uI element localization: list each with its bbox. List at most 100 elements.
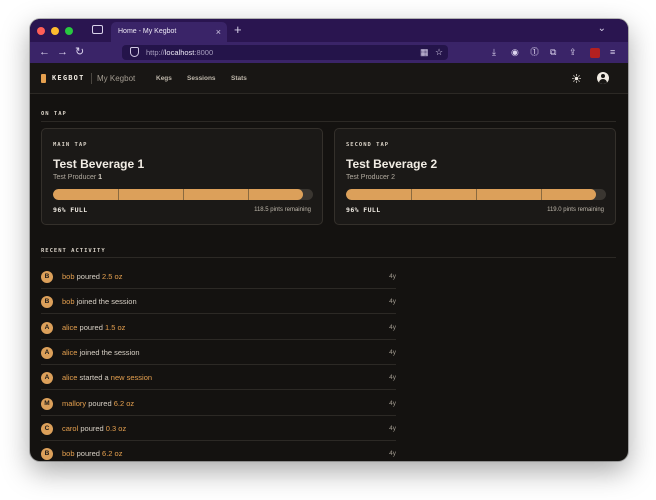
avatar[interactable]: A [41,346,53,359]
activity-row[interactable]: Aalice joined the session 4y [41,340,396,365]
activity-detail-link[interactable]: 6.2 oz [114,399,134,408]
account-icon[interactable]: ◉ [511,45,519,59]
activity-row[interactable]: Bbob joined the session 4y [41,289,396,315]
activity-action: poured [77,322,105,332]
activity-row[interactable]: Ccarol poured 0.3 oz 4y [41,416,396,441]
activity-text: bob joined the session [62,289,137,314]
avatar[interactable]: A [41,372,53,385]
keg-level-bar [346,189,606,200]
activity-row[interactable]: Bbob poured 6.2 oz 4y [41,441,396,461]
kegbot-logo-icon[interactable] [41,74,46,83]
tab-close-icon[interactable]: × [216,22,221,42]
user-link[interactable]: bob [62,297,75,306]
minimize-window-button[interactable] [51,27,59,35]
tap-card-main[interactable]: MAIN TAP Test Beverage 1 Test Producer 1… [41,128,323,225]
beverage-name[interactable]: Test Beverage 2 [346,157,437,171]
nav-sessions[interactable]: Sessions [187,63,216,94]
user-link[interactable]: mallory [62,399,86,408]
sun-icon[interactable] [572,74,581,83]
activity-row[interactable]: Mmallory poured 6.2 oz 4y [41,391,396,416]
avatar[interactable]: M [41,397,53,410]
producer-name[interactable]: Test Producer 2 [346,174,395,181]
section-divider [41,257,616,258]
star-icon[interactable]: ☆ [435,46,443,59]
user-link[interactable]: alice [62,373,77,382]
recent-activity-heading: RECENT ACTIVITY [41,248,106,254]
activity-detail-link[interactable]: 2.5 oz [102,272,122,281]
onepassword-icon[interactable]: ⓵ [530,45,539,59]
activity-action: started a [77,373,111,383]
activity-row[interactable]: Aalice started a new session 4y [41,365,396,391]
activity-detail-link[interactable]: 6.2 oz [102,449,122,458]
tab-list-icon[interactable]: ⌄ [598,23,606,34]
ublock-icon[interactable] [590,48,600,58]
nav-kegs[interactable]: Kegs [156,63,172,94]
activity-age: 4y [389,323,396,331]
nav-stats[interactable]: Stats [231,63,247,94]
tap-card-second[interactable]: SECOND TAP Test Beverage 2 Test Producer… [334,128,616,225]
back-button[interactable]: ← [39,45,50,59]
pints-remaining: 119.0 pints remaining [547,207,604,213]
tab-title: Home - My Kegbot [118,28,177,35]
activity-text: alice joined the session [62,340,140,365]
activity-age: 4y [389,399,396,407]
keg-level-bar [53,189,313,200]
grid-icon[interactable]: ▦ [420,46,429,59]
activity-action: poured [78,423,106,433]
shield-icon[interactable] [130,47,139,57]
zoom-window-button[interactable] [65,27,73,35]
reload-button[interactable]: ↻ [75,45,84,59]
user-link[interactable]: carol [62,424,78,433]
user-link[interactable]: bob [62,449,75,458]
download-icon[interactable]: ⤓ [492,45,496,59]
user-link[interactable]: alice [62,348,77,357]
avatar[interactable]: B [41,296,53,309]
activity-row[interactable]: Aalice poured 1.5 oz 4y [41,315,396,340]
url-text[interactable]: http://localhost:8000 [146,45,213,60]
browser-window: Home - My Kegbot × + ⌄ ← → ↻ http://loca… [30,19,628,461]
avatar[interactable]: B [41,448,53,461]
activity-detail-link[interactable]: new session [111,373,152,382]
activity-text: alice poured 1.5 oz [62,315,125,340]
avatar[interactable]: A [41,321,53,334]
activity-detail-link[interactable]: 0.3 oz [106,424,126,433]
activity-row[interactable]: Bbob poured 2.5 oz 4y [41,264,396,289]
menu-icon[interactable]: ≡ [610,45,615,59]
avatar[interactable]: B [41,271,53,283]
activity-age: 4y [389,450,396,458]
producer-name[interactable]: Test Producer 1 [53,174,102,181]
section-divider [41,121,616,122]
avatar[interactable]: C [41,422,53,435]
address-bar[interactable]: http://localhost:8000 ▦ ☆ [122,45,448,60]
keg-level-fill [53,189,303,200]
user-link[interactable]: bob [62,272,75,281]
activity-age: 4y [389,374,396,382]
extensions-icon[interactable]: ⧉ [550,45,556,59]
brand-name[interactable]: KEGBOT [52,63,85,94]
activity-age: 4y [389,348,396,356]
activity-detail-link[interactable]: 1.5 oz [105,323,125,332]
forward-button[interactable]: → [57,45,68,59]
tap-name: SECOND TAP [346,142,390,148]
keg-level-fill [346,189,596,200]
beverage-name[interactable]: Test Beverage 1 [53,157,144,171]
browser-navbar: ← → ↻ http://localhost:8000 ▦ ☆ ⤓ ◉ ⓵ ⧉ … [30,42,628,63]
activity-text: mallory poured 6.2 oz [62,391,134,416]
share-icon[interactable]: ⇪ [569,45,577,59]
site-name[interactable]: My Kegbot [97,63,135,94]
tab-overview-icon[interactable] [92,25,103,34]
activity-age: 4y [389,273,396,280]
activity-action: poured [86,398,114,408]
pints-remaining: 118.5 pints remaining [254,207,311,213]
activity-text: bob poured 6.2 oz [62,441,122,461]
user-link[interactable]: alice [62,323,77,332]
on-tap-heading: ON TAP [41,111,67,117]
activity-action: poured [74,449,103,459]
close-window-button[interactable] [37,27,45,35]
browser-tab[interactable]: Home - My Kegbot × [111,22,227,42]
keg-fullness: 96% FULL [346,206,381,214]
activity-action: joined the session [77,347,140,357]
user-icon[interactable] [597,72,609,84]
activity-text: alice started a new session [62,365,152,390]
new-tab-button[interactable]: + [234,22,242,38]
